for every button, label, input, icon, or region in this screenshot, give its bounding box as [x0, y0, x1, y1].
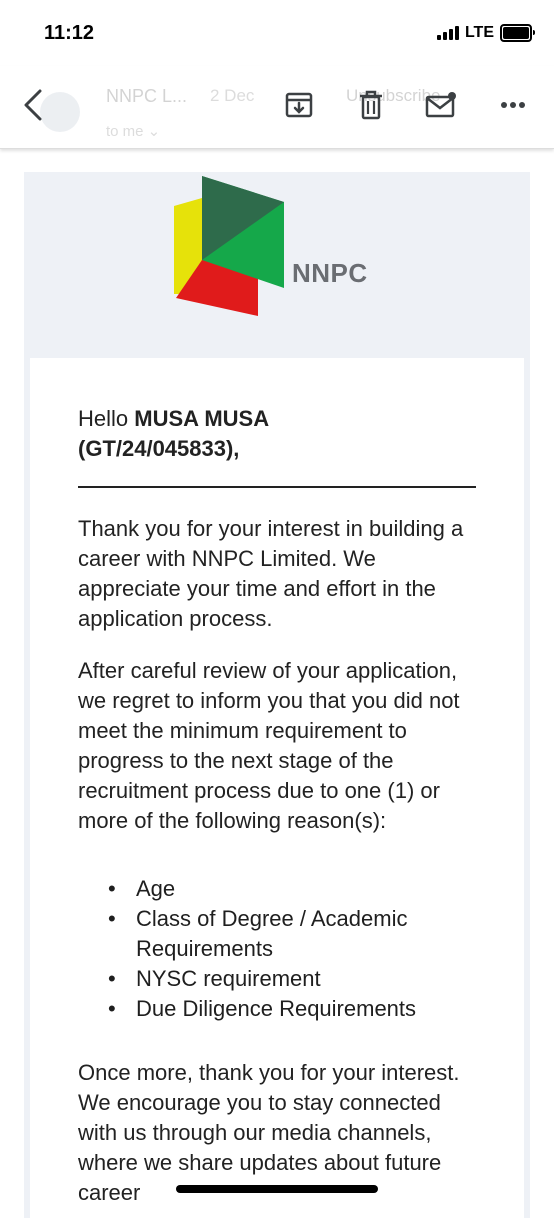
email-date: 2 Dec: [210, 86, 255, 105]
network-type: LTE: [464, 24, 494, 41]
status-indicators: LTE: [436, 24, 535, 42]
list-item: Class of Degree / Academic Requirements: [108, 904, 536, 964]
email-toolbar: NNPC L... 2 Dec to me ⌄ Unsubscribe: [0, 66, 554, 149]
battery-icon: [500, 24, 535, 42]
more-icon[interactable]: [496, 88, 530, 122]
delete-icon[interactable]: [354, 88, 388, 122]
archive-icon[interactable]: [282, 88, 316, 122]
status-bar: 11:12 LTE: [0, 0, 554, 66]
reasons-list: Age Class of Degree / Academic Requireme…: [78, 874, 536, 1024]
sender-name: NNPC L...: [106, 86, 188, 106]
logo-text: NNPC: [292, 258, 368, 288]
back-icon[interactable]: [16, 88, 50, 122]
list-item: Age: [108, 874, 536, 904]
greeting-prefix: Hello: [78, 406, 135, 431]
recipient-line: to me ⌄: [106, 123, 161, 140]
list-item: NYSC requirement: [108, 964, 536, 994]
mark-unread-icon[interactable]: [424, 88, 458, 122]
recipient-name: MUSA MUSA: [134, 406, 270, 431]
recipient-id: (GT/24/045833),: [78, 436, 240, 461]
home-indicator: [176, 1185, 378, 1193]
divider: [78, 486, 476, 488]
email-header-band: NNPC: [24, 172, 530, 358]
status-time: 11:12: [44, 22, 95, 44]
list-item: Due Diligence Requirements: [108, 994, 536, 1024]
nnpc-logo: [174, 176, 292, 323]
paragraph-regret: After careful review of your application…: [78, 658, 460, 833]
greeting: Hello MUSA MUSA (GT/24/045833),: [78, 404, 478, 464]
signal-icon: [436, 26, 459, 40]
email-body: Hello MUSA MUSA (GT/24/045833), Thank yo…: [30, 358, 524, 1218]
paragraph-thanks: Thank you for your interest in building …: [78, 516, 464, 631]
